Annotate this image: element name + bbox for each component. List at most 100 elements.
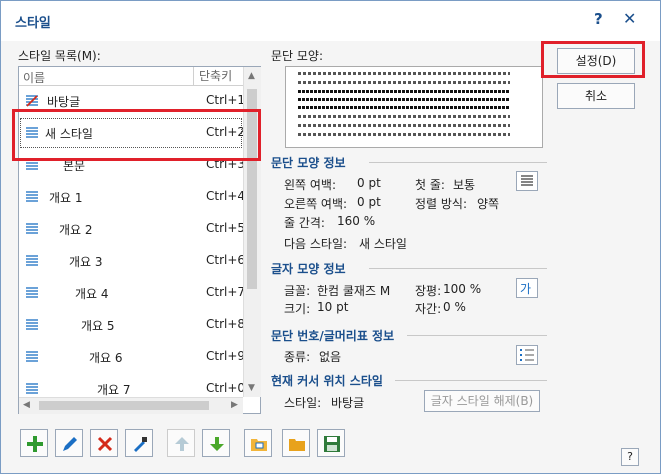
settings-button[interactable]: 설정(D) — [557, 48, 635, 74]
cursor-style-value: 바탕글 — [331, 396, 365, 410]
char-info-heading: 글자 모양 정보 — [271, 262, 346, 276]
close-button[interactable]: ✕ — [623, 9, 636, 28]
horizontal-scrollbar[interactable]: ◀ ▶ — [19, 397, 243, 414]
font-label: 글꼴: — [284, 284, 311, 298]
help-button[interactable]: ? — [594, 10, 603, 28]
paragraph-preview — [285, 66, 543, 148]
spacing-value: 0 % — [443, 300, 466, 314]
list-item-shortcut: Ctrl+8 — [206, 317, 246, 331]
save-style-button[interactable] — [317, 429, 345, 457]
numbering-info-heading: 문단 번호/글머리표 정보 — [271, 329, 395, 343]
right-margin-label: 오른쪽 여백: — [284, 197, 348, 211]
pencil-icon — [63, 437, 77, 451]
list-item-name: 바탕글 — [47, 95, 81, 109]
dialog-title: 스타일 — [15, 16, 51, 31]
list-item-shortcut: Ctrl+9 — [206, 349, 246, 363]
line-spacing-value: 160 % — [337, 214, 376, 228]
hscroll-thumb[interactable] — [39, 401, 209, 410]
right-margin-value: 0 pt — [357, 195, 381, 209]
highlight-box-list — [12, 109, 261, 161]
release-char-style-button[interactable]: 글자 스타일 해제(B) — [424, 390, 540, 412]
left-margin-label: 왼쪽 여백: — [284, 178, 337, 192]
cursor-style-label: 스타일: — [284, 396, 322, 410]
list-item[interactable]: 개요 4 Ctrl+7 — [19, 277, 246, 309]
align-value: 양쪽 — [477, 197, 500, 211]
paragraph-style-icon — [26, 287, 38, 298]
list-item-name: 개요 1 — [49, 191, 83, 205]
next-style-label: 다음 스타일: — [284, 237, 348, 251]
svg-text:가: 가 — [520, 282, 531, 296]
align-label: 정렬 방식: — [415, 197, 468, 211]
paragraph-style-icon — [26, 191, 38, 202]
paragraph-shape-icon[interactable] — [516, 171, 538, 191]
left-margin-value: 0 pt — [357, 176, 381, 190]
paragraph-style-icon — [26, 351, 38, 362]
numbering-type-value: 없음 — [319, 350, 342, 364]
add-style-button[interactable] — [20, 429, 48, 457]
list-item-shortcut: Ctrl+5 — [206, 221, 246, 235]
list-item[interactable]: 개요 1 Ctrl+4 — [19, 181, 246, 213]
paragraph-style-icon — [26, 255, 38, 266]
list-item-shortcut: Ctrl+6 — [206, 253, 246, 267]
divider — [407, 335, 547, 336]
scroll-up-icon[interactable]: ▲ — [248, 71, 255, 81]
numbering-icon[interactable] — [516, 345, 538, 365]
list-item[interactable]: 개요 6 Ctrl+9 — [19, 341, 246, 373]
line-spacing-label: 줄 간격: — [284, 216, 325, 230]
checked-style-icon — [26, 95, 38, 107]
divider — [395, 380, 547, 381]
open-style-button[interactable] — [282, 429, 310, 457]
scroll-down-icon[interactable]: ▼ — [248, 383, 255, 393]
list-item[interactable]: 개요 5 Ctrl+8 — [19, 309, 246, 341]
style-dialog: 스타일 ? ✕ 스타일 목록(M): 이름 단축키 바탕글 Ctrl+1 새 스타일… — [0, 0, 661, 474]
list-header: 이름 단축키 — [19, 67, 243, 86]
cancel-button[interactable]: 취소 — [557, 83, 635, 109]
next-style-value: 새 스타일 — [359, 237, 407, 251]
list-item-shortcut: Ctrl+7 — [206, 285, 246, 299]
replace-style-button[interactable] — [125, 429, 153, 457]
scroll-right-icon[interactable]: ▶ — [231, 400, 238, 410]
list-item-name: 개요 7 — [97, 383, 131, 397]
edit-style-button[interactable] — [55, 429, 83, 457]
delete-icon — [97, 436, 113, 452]
paragraph-style-icon — [26, 383, 38, 394]
column-name-header[interactable]: 이름 — [23, 69, 45, 86]
arrow-up-icon — [175, 437, 189, 451]
divider — [369, 268, 547, 269]
list-item-shortcut: Ctrl+0 — [206, 381, 246, 395]
font-value: 한컴 쿨재즈 M — [317, 284, 391, 298]
footer-help-button[interactable]: ? — [621, 448, 639, 466]
list-item-shortcut: Ctrl+1 — [206, 93, 246, 107]
first-line-value: 보통 — [453, 178, 476, 192]
cursor-style-heading: 현재 커서 위치 스타일 — [271, 374, 383, 388]
folder-icon — [289, 439, 305, 451]
move-up-button[interactable] — [167, 429, 195, 457]
list-item[interactable]: 개요 2 Ctrl+5 — [19, 213, 246, 245]
list-item-name: 개요 3 — [69, 255, 103, 269]
numbering-type-label: 종류: — [284, 350, 311, 364]
folder-import-icon — [251, 439, 267, 451]
list-item-name: 개요 4 — [75, 287, 109, 301]
paragraph-style-icon — [26, 223, 38, 234]
list-item-name: 개요 5 — [81, 319, 115, 333]
scroll-left-icon[interactable]: ◀ — [23, 400, 30, 410]
list-item-name: 개요 2 — [59, 223, 93, 237]
list-item[interactable]: 개요 3 Ctrl+6 — [19, 245, 246, 277]
paragraph-style-icon — [26, 319, 38, 330]
divider — [369, 162, 547, 163]
swap-icon — [134, 437, 147, 452]
plus-icon — [27, 436, 43, 452]
delete-style-button[interactable] — [90, 429, 118, 457]
first-line-label: 첫 줄: — [415, 178, 445, 192]
spacing-label: 자간: — [415, 302, 442, 316]
import-style-button[interactable] — [244, 429, 272, 457]
save-icon — [324, 436, 340, 452]
column-shortcut-header[interactable]: 단축키 — [193, 67, 232, 85]
size-value: 10 pt — [317, 300, 349, 314]
list-item-shortcut: Ctrl+4 — [206, 189, 246, 203]
char-shape-icon[interactable]: 가 — [516, 278, 538, 298]
move-down-button[interactable] — [202, 429, 230, 457]
width-value: 100 % — [443, 282, 482, 296]
paragraph-info-heading: 문단 모양 정보 — [271, 156, 346, 170]
title-bar: 스타일 ? ✕ — [1, 1, 660, 41]
